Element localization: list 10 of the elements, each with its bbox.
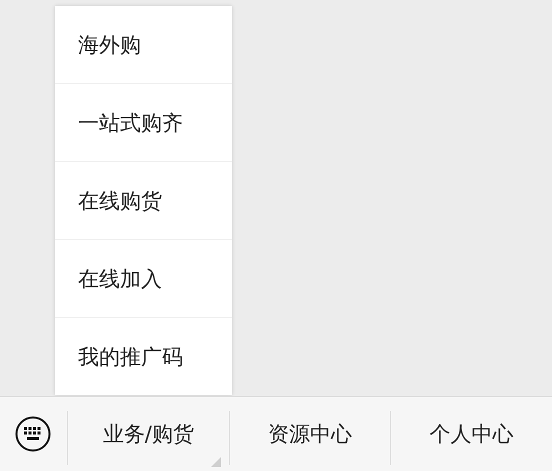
- menu-tab[interactable]: 个人中心: [390, 411, 552, 465]
- menu-tab[interactable]: 资源中心: [228, 411, 390, 465]
- keyboard-icon[interactable]: [14, 416, 50, 452]
- menu-tab[interactable]: 业务/购货: [67, 411, 229, 465]
- submenu-item[interactable]: 一站式购齐: [55, 83, 232, 161]
- submenu-item[interactable]: 在线购货: [55, 161, 232, 239]
- submenu-item[interactable]: 我的推广码: [55, 317, 232, 395]
- submenu-item[interactable]: 在线加入: [55, 239, 232, 317]
- submenu-item[interactable]: 海外购: [55, 6, 232, 83]
- submenu-corner-icon: [210, 457, 221, 467]
